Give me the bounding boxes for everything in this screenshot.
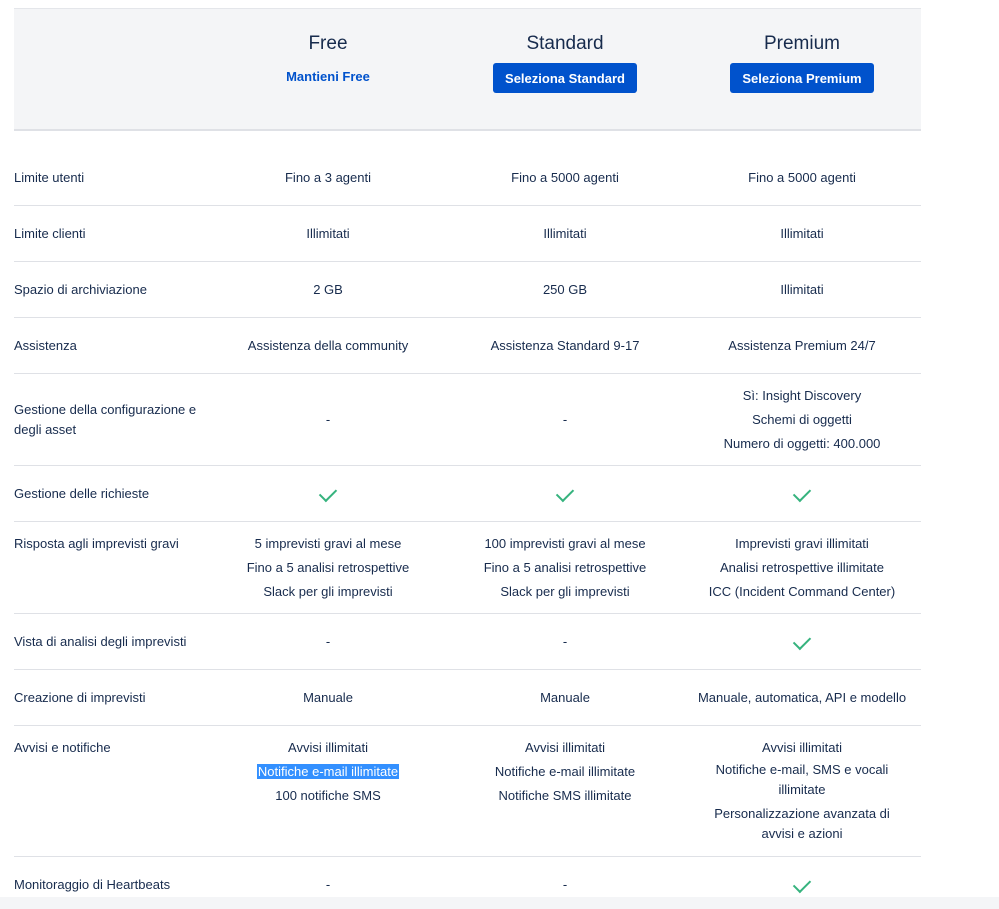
cell-line: Imprevisti gravi illimitati [735, 536, 869, 551]
feature-label-line: Gestione della configurazione e [14, 402, 197, 417]
cell-line: Notifiche e-mail illimitate [210, 760, 446, 784]
cell-premium [684, 873, 920, 897]
cell-premium: Illimitati [780, 226, 824, 241]
cell-free: Assistenza della community [247, 338, 409, 353]
check-icon [792, 631, 812, 651]
cell-standard: Fino a 5000 agenti [511, 170, 619, 185]
cell-premium: Avvisi illimitati Notifiche e-mail, SMS … [684, 736, 920, 844]
feature-label-line: degli asset [14, 422, 77, 437]
cell-premium [684, 482, 920, 506]
plan-free: Free Mantieni Free [210, 33, 446, 90]
cell-line: Numero di oggetti: 400.000 [723, 436, 881, 451]
plan-name-free: Free [308, 33, 348, 54]
cell-free: - [325, 634, 331, 649]
keep-free-button[interactable]: Mantieni Free [286, 63, 370, 90]
cell-line: Avvisi illimitati [762, 740, 842, 755]
cell-line: 100 imprevisti gravi al mese [484, 536, 646, 551]
cell-premium: Manuale, automatica, API e modello [697, 690, 907, 705]
pricing-table: Free Mantieni Free Standard Seleziona St… [14, 8, 921, 131]
cell-premium: Sì: Insight Discovery Schemi di oggetti … [684, 384, 920, 456]
cell-line: Analisi retrospettive illimitate [719, 560, 884, 575]
cell-standard: Illimitati [543, 226, 587, 241]
feature-label: Risposta agli imprevisti gravi [14, 536, 179, 551]
feature-label: Assistenza [14, 338, 77, 353]
feature-label: Limite utenti [14, 170, 85, 185]
row-incident-creation: Creazione di imprevisti Manuale Manuale … [14, 670, 921, 726]
row-requests: Gestione delle richieste [14, 466, 921, 522]
row-incident-analytics: Vista di analisi degli imprevisti - - [14, 614, 921, 670]
row-config-assets: Gestione della configurazione e degli as… [14, 374, 921, 466]
check-icon [318, 483, 338, 503]
check-icon [792, 483, 812, 503]
plan-standard: Standard Seleziona Standard [447, 33, 683, 93]
select-premium-button[interactable]: Seleziona Premium [730, 63, 874, 93]
cell-line: Notifiche SMS illimitate [498, 788, 632, 803]
cell-standard: - [562, 412, 568, 427]
cell-premium [684, 630, 920, 654]
row-heartbeats: Monitoraggio di Heartbeats - - [14, 857, 921, 897]
bottom-bar [0, 897, 999, 909]
cell-free: Fino a 3 agenti [284, 170, 371, 185]
cell-line: Fino a 5 analisi retrospettive [246, 560, 410, 575]
cell-line: Notifiche e-mail illimitate [494, 764, 636, 779]
cell-free: 5 imprevisti gravi al mese Fino a 5 anal… [210, 532, 446, 604]
row-support: Assistenza Assistenza della community As… [14, 318, 921, 374]
cell-line: 5 imprevisti gravi al mese [254, 536, 402, 551]
cell-line: Avvisi illimitati [288, 740, 368, 755]
cell-line: Fino a 5 analisi retrospettive [483, 560, 647, 575]
feature-label: Spazio di archiviazione [14, 282, 147, 297]
row-major-incidents: Risposta agli imprevisti gravi 5 imprevi… [14, 522, 921, 614]
plan-name-premium: Premium [763, 33, 840, 54]
cell-standard: 250 GB [542, 282, 588, 297]
cell-standard: Manuale [540, 690, 590, 705]
cell-line: Avvisi illimitati [525, 740, 605, 755]
cell-standard: 100 imprevisti gravi al mese Fino a 5 an… [447, 532, 683, 604]
check-icon [792, 874, 812, 894]
feature-label: Gestione della configurazione e degli as… [14, 400, 214, 440]
cell-premium: Assistenza Premium 24/7 [728, 338, 876, 353]
cell-free [210, 482, 446, 506]
cell-premium: Illimitati [780, 282, 824, 297]
plan-name-standard: Standard [526, 33, 604, 54]
plans-header: Free Mantieni Free Standard Seleziona St… [14, 8, 921, 131]
check-icon [555, 483, 575, 503]
feature-label: Vista di analisi degli imprevisti [14, 634, 187, 649]
cell-line: Slack per gli imprevisti [500, 584, 630, 599]
select-standard-button[interactable]: Seleziona Standard [493, 63, 637, 93]
cell-line: Personalizzazione avanzata di avvisi e a… [714, 806, 890, 841]
selected-text: Notifiche e-mail illimitate [256, 764, 400, 779]
cell-premium: Fino a 5000 agenti [748, 170, 856, 185]
feature-label: Gestione delle richieste [14, 486, 150, 501]
plan-premium: Premium Seleziona Premium [684, 33, 920, 93]
cell-free: 2 GB [313, 282, 343, 297]
feature-label: Creazione di imprevisti [14, 690, 146, 705]
cell-standard: - [562, 634, 568, 649]
feature-label: Limite clienti [14, 226, 86, 241]
cell-free: Illimitati [306, 226, 350, 241]
row-client-limit: Limite clienti Illimitati Illimitati Ill… [14, 206, 921, 262]
cell-standard: Assistenza Standard 9-17 [490, 338, 640, 353]
feature-rows: Limite utenti Fino a 3 agenti Fino a 500… [14, 131, 921, 897]
cell-standard: Avvisi illimitati Notifiche e-mail illim… [447, 736, 683, 808]
cell-line: Schemi di oggetti [752, 412, 852, 427]
cell-line: 100 notifiche SMS [275, 788, 381, 803]
cell-free: - [325, 412, 331, 427]
cell-line: Slack per gli imprevisti [263, 584, 393, 599]
cell-free: Avvisi illimitati Notifiche e-mail illim… [210, 736, 446, 808]
row-alerts: Avvisi e notifiche Avvisi illimitati Not… [14, 726, 921, 857]
cell-standard: - [562, 877, 568, 892]
cell-line: Notifiche e-mail, SMS e vocali illimitat… [715, 762, 889, 797]
cell-premium: Imprevisti gravi illimitati Analisi retr… [684, 532, 920, 604]
cell-free: - [325, 877, 331, 892]
cell-standard [447, 482, 683, 506]
cell-free: Manuale [303, 690, 353, 705]
row-storage: Spazio di archiviazione 2 GB 250 GB Illi… [14, 262, 921, 318]
row-user-limit: Limite utenti Fino a 3 agenti Fino a 500… [14, 131, 921, 206]
feature-label: Monitoraggio di Heartbeats [14, 877, 171, 892]
cell-line: ICC (Incident Command Center) [708, 584, 896, 599]
cell-line: Sì: Insight Discovery [742, 388, 862, 403]
feature-label: Avvisi e notifiche [14, 740, 111, 755]
